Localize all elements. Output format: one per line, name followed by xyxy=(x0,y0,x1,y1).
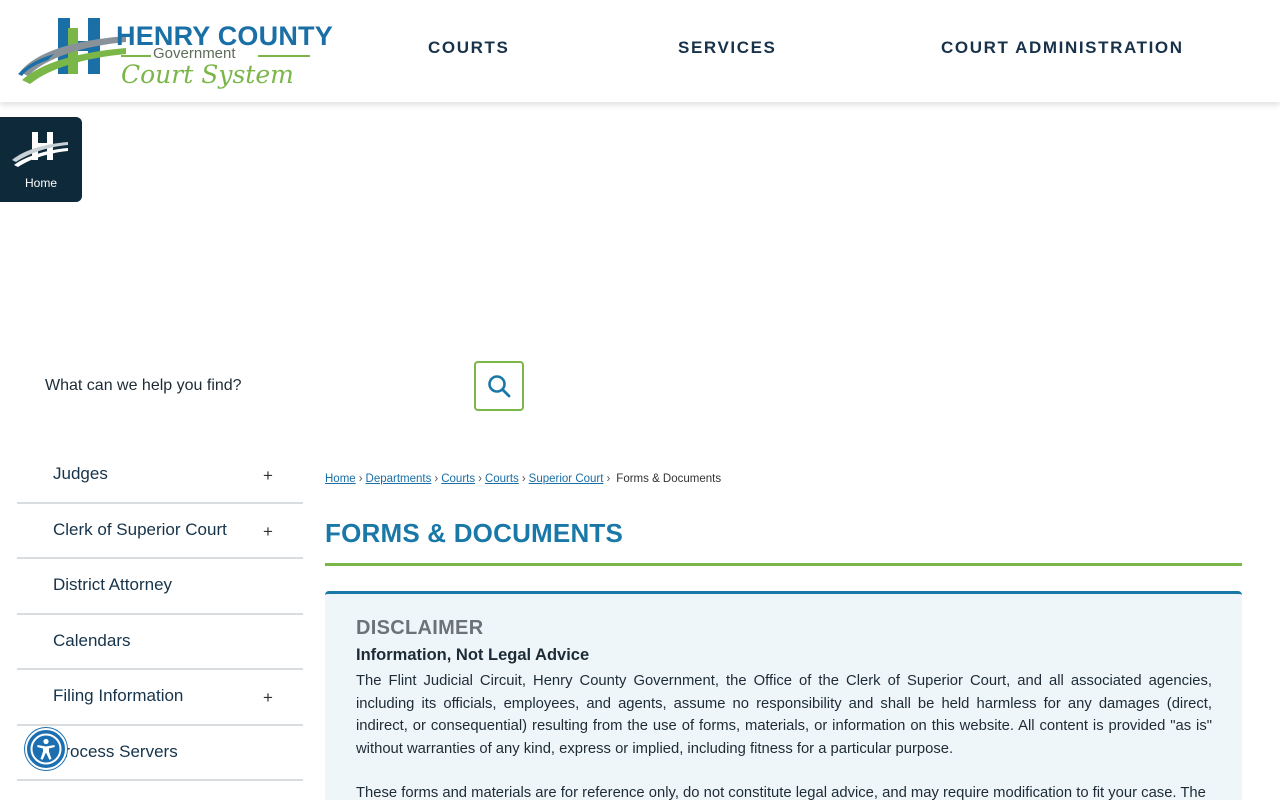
home-button[interactable]: Home xyxy=(0,117,82,202)
accessibility-icon xyxy=(30,733,62,765)
sidebar-item-label: Filing Information xyxy=(53,686,184,705)
site-header: HENRY COUNTY Government Court System COU… xyxy=(0,0,1280,102)
home-label: Home xyxy=(24,176,57,190)
breadcrumb-superior-court[interactable]: Superior Court xyxy=(529,473,604,485)
county-h-logo-icon xyxy=(18,18,126,84)
breadcrumb-separator: › xyxy=(521,473,526,485)
logo-rule-left xyxy=(121,55,151,57)
sidebar-nav: Judges + Clerk of Superior Court + Distr… xyxy=(17,448,303,781)
expand-icon[interactable]: + xyxy=(263,522,273,542)
sidebar-item-label: Process Servers xyxy=(53,741,178,761)
disclaimer-panel: DISCLAIMER Information, Not Legal Advice… xyxy=(325,591,1242,800)
sidebar-item-judges[interactable]: Judges + xyxy=(17,448,303,504)
disclaimer-heading: DISCLAIMER xyxy=(356,617,484,639)
breadcrumb-separator: › xyxy=(358,473,363,485)
nav-court-administration[interactable]: COURT ADMINISTRATION xyxy=(941,38,1184,58)
sidebar-item-district-attorney[interactable]: District Attorney xyxy=(17,559,303,615)
breadcrumb-courts[interactable]: Courts xyxy=(441,473,475,485)
breadcrumb-departments[interactable]: Departments xyxy=(366,473,432,485)
breadcrumb-home[interactable]: Home xyxy=(325,473,356,485)
page-title: FORMS & DOCUMENTS xyxy=(325,518,624,548)
search-button[interactable] xyxy=(474,361,524,411)
sidebar-item-label: Calendars xyxy=(53,630,131,650)
expand-icon[interactable]: + xyxy=(263,466,273,486)
sidebar-item-label: District Attorney xyxy=(53,575,173,594)
home-h-icon xyxy=(12,132,68,167)
breadcrumb-separator: › xyxy=(434,473,439,485)
site-logo[interactable]: HENRY COUNTY Government Court System xyxy=(18,14,333,96)
sidebar-item-filing-information[interactable]: Filing Information + xyxy=(17,670,303,726)
title-divider xyxy=(325,563,1242,566)
logo-rule-right xyxy=(258,55,310,57)
breadcrumb-separator: › xyxy=(606,473,611,485)
disclaimer-paragraph: The Flint Judicial Circuit, Henry County… xyxy=(356,673,1212,757)
disclaimer-subheading: Information, Not Legal Advice xyxy=(356,646,590,664)
sidebar-item-label: Judges xyxy=(53,464,108,483)
breadcrumb-separator: › xyxy=(478,473,482,485)
breadcrumb-courts-2[interactable]: Courts xyxy=(485,473,519,485)
expand-icon[interactable]: + xyxy=(263,688,273,708)
disclaimer-paragraph: These forms and materials are for refere… xyxy=(356,785,1206,800)
search-icon xyxy=(488,375,511,398)
nav-courts[interactable]: COURTS xyxy=(428,38,509,58)
nav-services[interactable]: SERVICES xyxy=(678,38,776,58)
search-input[interactable] xyxy=(30,365,460,409)
sidebar-item-calendars[interactable]: Calendars xyxy=(17,615,303,670)
sidebar-item-clerk-of-superior-court[interactable]: Clerk of Superior Court + xyxy=(17,504,303,559)
accessibility-button[interactable] xyxy=(25,728,67,770)
breadcrumb-current: Forms & Documents xyxy=(616,473,722,485)
logo-script-text: Court System xyxy=(121,60,294,89)
breadcrumb: Home › Departments › Courts › Courts › Superior … xyxy=(325,473,721,485)
sidebar-item-label: Clerk of Superior Court xyxy=(53,519,227,539)
